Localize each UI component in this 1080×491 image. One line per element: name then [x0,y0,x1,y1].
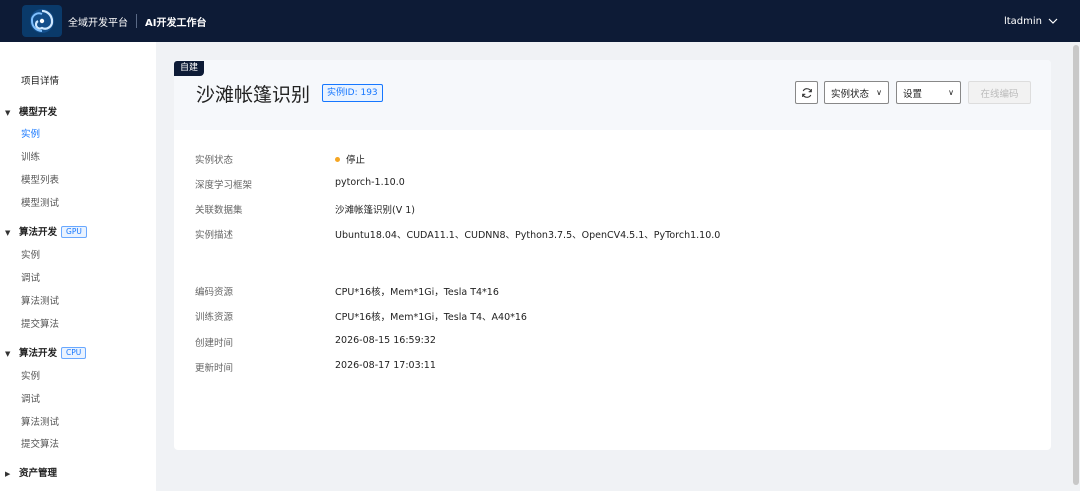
sidebar-group-assets[interactable]: ▶ 资产管理 [5,465,57,479]
sidebar-group-label: 算法开发 [19,348,58,359]
chevron-down-icon: ∨ [948,88,954,97]
field-value-status: 停止 [335,152,365,166]
sidebar-group-label: 算法开发 [19,227,58,238]
platform-logo[interactable] [22,5,62,37]
header-divider [136,14,137,28]
instance-id-tag: 实例ID: 193 [322,84,383,102]
field-value-dataset: 沙滩帐篷识别(V 1) [335,205,415,216]
self-built-badge: 自建 [174,61,205,76]
status-dot-icon [335,157,340,162]
status-text: 停止 [346,155,366,166]
user-menu[interactable]: ltadmin [1004,16,1058,27]
field-label-description: 实例描述 [195,230,234,241]
caret-right-icon: ▶ [5,470,11,478]
sidebar-item-project-details[interactable]: 项目详情 [21,73,59,87]
sidebar-item-cpu-submit[interactable]: 提交算法 [21,436,59,450]
page-scrollbar-thumb[interactable] [1073,45,1079,485]
field-label-training-resources: 训练资源 [195,312,234,323]
sidebar-item-gpu-submit[interactable]: 提交算法 [21,316,59,330]
sidebar-group-label: 模型开发 [19,107,58,118]
sidebar-item-model-test[interactable]: 模型测试 [21,195,59,209]
sidebar-group-model-dev[interactable]: ▼ 模型开发 [5,104,57,118]
sidebar-item-cpu-algo-test[interactable]: 算法测试 [21,414,59,428]
field-value-training-resources: CPU*16核，Mem*1Gi，Tesla T4、A40*16 [335,312,527,323]
instance-status-dropdown-label: 实例状态 [831,88,870,100]
sidebar-item-model-training[interactable]: 训练 [21,149,40,163]
sidebar-item-model-list[interactable]: 模型列表 [21,172,59,186]
gpu-tag: GPU [61,226,87,238]
field-value-description: Ubuntu18.04、CUDA11.1、CUDNN8、Python3.7.5、… [335,230,721,241]
caret-down-icon: ▼ [5,229,11,237]
field-label-created: 创建时间 [195,338,234,349]
sidebar-item-gpu-instance[interactable]: 实例 [21,247,40,261]
instance-status-dropdown[interactable]: 实例状态 ∨ [824,81,889,104]
sidebar-item-cpu-debug[interactable]: 调试 [21,391,40,405]
field-value-framework: pytorch-1.10.0 [335,177,405,188]
sidebar-item-gpu-algo-test[interactable]: 算法测试 [21,293,59,307]
field-label-updated: 更新时间 [195,363,234,374]
cpu-tag: CPU [61,347,87,359]
field-label-coding-resources: 编码资源 [195,287,234,298]
sidebar-group-label: 资产管理 [19,468,58,479]
sidebar-group-algo-cpu[interactable]: ▼ 算法开发 CPU [5,345,87,359]
chevron-down-icon: ∨ [876,88,882,97]
top-navigation-bar: 全域开发平台 AI开发工作台 ltadmin [0,0,1080,42]
instance-title: 沙滩帐篷识别 [196,84,311,106]
refresh-icon [801,87,812,98]
sidebar: 项目详情 ▼ 模型开发 实例 训练 模型列表 模型测试 ▼ 算法开发 GPU 实例 调… [0,42,156,491]
chevron-down-icon [1048,18,1058,24]
field-value-updated: 2026-08-17 17:03:11 [335,360,436,371]
sidebar-item-gpu-debug[interactable]: 调试 [21,270,40,284]
caret-down-icon: ▼ [5,109,11,117]
field-label-dataset: 关联数据集 [195,205,243,216]
sidebar-group-algo-gpu[interactable]: ▼ 算法开发 GPU [5,224,87,238]
field-label-status: 实例状态 [195,155,234,166]
sidebar-item-model-instance[interactable]: 实例 [21,126,40,140]
field-value-created: 2026-08-15 16:59:32 [335,335,436,346]
workbench-title[interactable]: AI开发工作台 [145,14,206,29]
username: ltadmin [1003,15,1042,27]
sidebar-item-cpu-instance[interactable]: 实例 [21,368,40,382]
instance-detail-card: 自建 沙滩帐篷识别 实例ID: 193 实例状态 ∨ 设置 ∨ 在线编码 实例状… [174,60,1051,450]
platform-name[interactable]: 全域开发平台 [68,14,128,29]
refresh-button[interactable] [795,81,818,104]
field-value-coding-resources: CPU*16核，Mem*1Gi，Tesla T4*16 [335,287,499,298]
field-label-framework: 深度学习框架 [195,180,253,191]
online-edit-button[interactable]: 在线编码 [968,81,1031,104]
caret-down-icon: ▼ [5,350,11,358]
settings-dropdown[interactable]: 设置 ∨ [896,81,961,104]
settings-dropdown-label: 设置 [903,88,923,100]
